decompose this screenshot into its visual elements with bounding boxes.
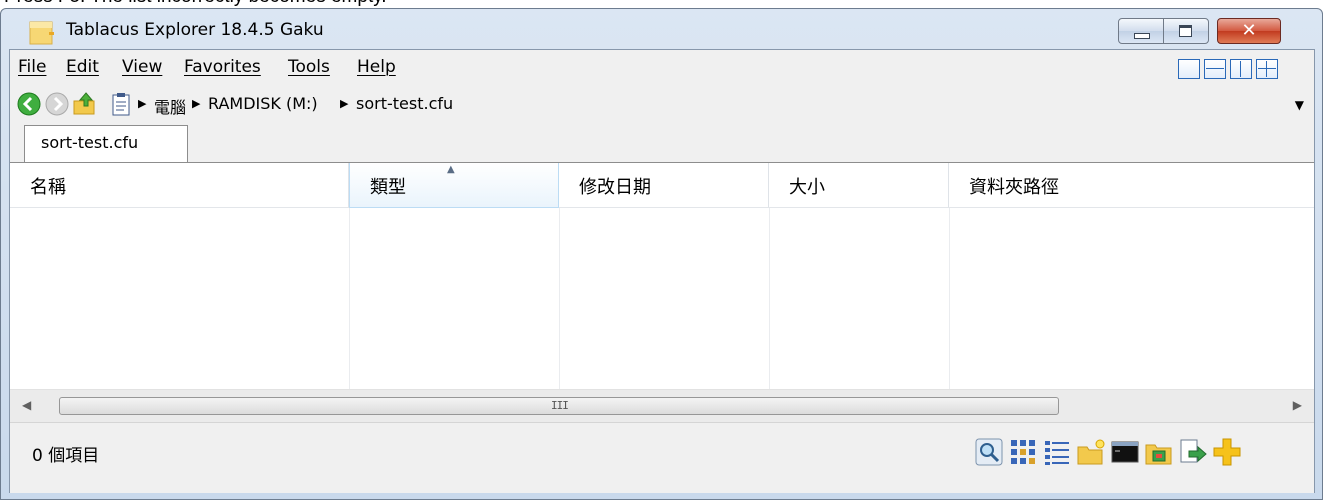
layout-vertical-split-button[interactable] bbox=[1230, 59, 1252, 79]
maximize-button[interactable] bbox=[1163, 18, 1209, 44]
clipboard-icon[interactable] bbox=[108, 91, 134, 117]
column-header-label: 修改日期 bbox=[579, 177, 651, 198]
column-header-label: 類型 bbox=[370, 177, 406, 198]
layout-horizontal-split-button[interactable] bbox=[1204, 59, 1226, 79]
column-divider bbox=[349, 208, 350, 389]
folder-icon bbox=[29, 21, 54, 45]
breadcrumb-current-folder[interactable]: sort-test.cfu bbox=[356, 94, 453, 113]
menu-file[interactable]: File bbox=[18, 57, 46, 77]
scrollbar-grip: III bbox=[551, 399, 569, 412]
menu-bar: File Edit View Favorites Tools Help bbox=[10, 50, 1314, 86]
address-bar: ▶ 電腦 ▶ RAMDISK (M:) ▶ sort-test.cfu ▼ bbox=[10, 86, 1314, 122]
menu-edit[interactable]: Edit bbox=[66, 57, 99, 77]
client-area: File Edit View Favorites Tools Help ▶ 電腦… bbox=[9, 49, 1315, 493]
menu-favorites[interactable]: Favorites bbox=[184, 57, 261, 77]
horizontal-scrollbar[interactable]: ◀ III ▶ bbox=[10, 389, 1314, 423]
search-icon[interactable] bbox=[974, 437, 1004, 467]
scroll-left-icon[interactable]: ◀ bbox=[22, 398, 31, 412]
layout-single-pane-button[interactable] bbox=[1178, 59, 1200, 79]
column-divider bbox=[769, 208, 770, 389]
status-bar: 0 個項目 bbox=[10, 422, 1314, 493]
up-folder-icon[interactable] bbox=[72, 91, 98, 117]
new-folder-icon[interactable] bbox=[1076, 437, 1106, 467]
breadcrumb-separator-icon[interactable]: ▶ bbox=[340, 97, 348, 110]
back-arrow-icon[interactable] bbox=[16, 91, 42, 117]
folder-options-icon[interactable] bbox=[1144, 437, 1174, 467]
layout-quad-split-button[interactable] bbox=[1256, 59, 1278, 79]
menu-help[interactable]: Help bbox=[357, 57, 396, 77]
explorer-window: Tablacus Explorer 18.4.5 Gaku ✕ File Edi… bbox=[0, 8, 1323, 500]
column-header-label: 名稱 bbox=[30, 177, 66, 198]
maximize-icon bbox=[1179, 25, 1192, 37]
tab-sort-test-cfu[interactable]: sort-test.cfu bbox=[24, 125, 188, 162]
sort-ascending-icon: ▲ bbox=[447, 164, 455, 175]
tab-strip: sort-test.cfu bbox=[10, 122, 1314, 163]
column-header-label: 資料夾路徑 bbox=[969, 177, 1059, 198]
scroll-right-icon[interactable]: ▶ bbox=[1293, 398, 1302, 412]
minimize-icon bbox=[1134, 33, 1150, 39]
column-header-modified[interactable]: 修改日期 bbox=[559, 163, 769, 208]
large-icons-view-icon[interactable] bbox=[1008, 437, 1038, 467]
item-count: 0 個項目 bbox=[32, 446, 100, 466]
column-header-size[interactable]: 大小 bbox=[769, 163, 949, 208]
column-divider bbox=[559, 208, 560, 389]
breadcrumb-computer[interactable]: 電腦 bbox=[154, 94, 186, 118]
caption-strip: Press F5. The list incorrectly becomes e… bbox=[0, 0, 1323, 8]
column-divider bbox=[949, 208, 950, 389]
command-prompt-icon[interactable] bbox=[1110, 437, 1140, 467]
window-title: Tablacus Explorer 18.4.5 Gaku bbox=[66, 20, 324, 40]
close-icon: ✕ bbox=[1241, 20, 1257, 41]
move-arrow-icon[interactable] bbox=[1178, 437, 1208, 467]
title-bar[interactable]: Tablacus Explorer 18.4.5 Gaku ✕ bbox=[1, 9, 1322, 49]
menu-view[interactable]: View bbox=[122, 57, 162, 77]
menu-tools[interactable]: Tools bbox=[288, 57, 330, 77]
file-list[interactable]: 名稱 ▲ 類型 修改日期 大小 資料夾路徑 bbox=[10, 163, 1314, 389]
minimize-button[interactable] bbox=[1118, 18, 1164, 44]
column-header-label: 大小 bbox=[789, 177, 825, 198]
scrollbar-thumb[interactable]: III bbox=[59, 397, 1059, 415]
breadcrumb-separator-icon[interactable]: ▶ bbox=[192, 97, 200, 110]
column-header-name[interactable]: 名稱 bbox=[10, 163, 349, 208]
close-button[interactable]: ✕ bbox=[1217, 18, 1281, 44]
caption-text: Press F5. The list incorrectly becomes e… bbox=[4, 0, 387, 8]
address-dropdown-icon[interactable]: ▼ bbox=[1295, 98, 1304, 112]
details-view-icon[interactable] bbox=[1042, 437, 1072, 467]
column-header-type[interactable]: ▲ 類型 bbox=[349, 163, 559, 208]
column-header-folder-path[interactable]: 資料夾路徑 bbox=[949, 163, 1314, 208]
breadcrumb-ramdisk[interactable]: RAMDISK (M:) bbox=[208, 94, 318, 113]
add-icon[interactable] bbox=[1212, 437, 1242, 467]
forward-arrow-icon[interactable] bbox=[44, 91, 70, 117]
breadcrumb-separator-icon[interactable]: ▶ bbox=[138, 97, 146, 110]
